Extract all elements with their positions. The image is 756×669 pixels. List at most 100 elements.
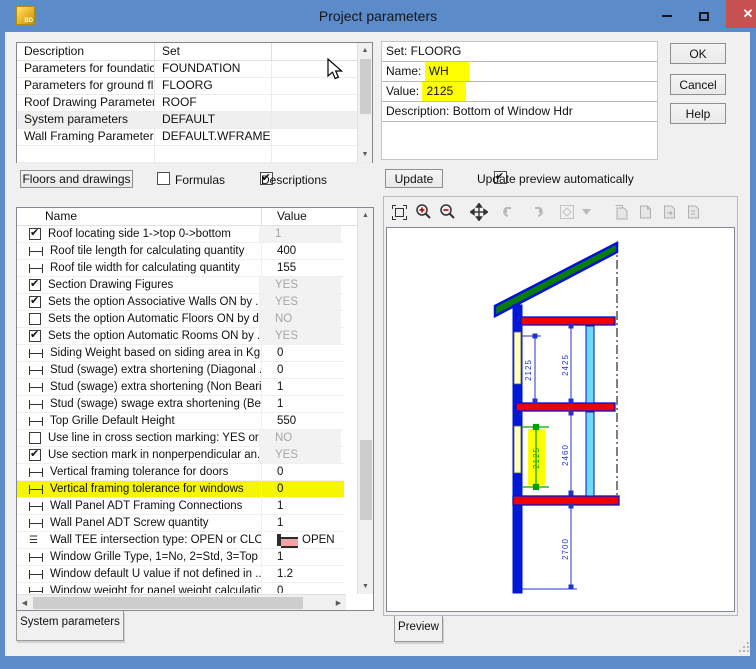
- checkbox-checked-icon[interactable]: [29, 330, 41, 342]
- parameter-value[interactable]: 1: [261, 379, 343, 395]
- formulas-checkbox[interactable]: [157, 172, 170, 185]
- parameter-name: Vertical framing tolerance for windows: [50, 483, 261, 495]
- center-view-dropdown[interactable]: [579, 200, 593, 224]
- parameter-value[interactable]: 0: [261, 583, 343, 593]
- param-set-row[interactable]: Parameters for foundationFOUNDATION: [17, 61, 372, 78]
- info-name[interactable]: Name: WH: [382, 62, 657, 82]
- parameter-value[interactable]: 155: [261, 260, 343, 276]
- checkbox-checked-icon[interactable]: [29, 228, 41, 240]
- parameter-row[interactable]: Window Grille Type, 1=No, 2=Std, 3=Top1: [17, 549, 344, 566]
- column-header-value[interactable]: Value: [262, 208, 344, 225]
- update-button[interactable]: Update: [385, 169, 443, 188]
- column-header-name[interactable]: Name: [17, 208, 262, 225]
- parameter-row[interactable]: Wall Panel ADT Screw quantity1: [17, 515, 344, 532]
- parameters-vscrollbar[interactable]: ▲ ▼: [357, 208, 373, 594]
- parameter-row[interactable]: Stud (swage) extra shortening (Non Beari…: [17, 379, 344, 396]
- clipboard-icon-1[interactable]: [609, 200, 633, 224]
- parameter-value[interactable]: OPEN: [261, 532, 343, 548]
- parameter-value[interactable]: NO: [259, 430, 341, 446]
- parameter-value[interactable]: 1: [261, 498, 343, 514]
- parameter-value[interactable]: 0: [261, 481, 343, 497]
- scroll-left-icon[interactable]: ◀: [17, 595, 32, 610]
- checkbox-unchecked-icon[interactable]: [29, 432, 41, 444]
- parameter-value[interactable]: 1.2: [261, 566, 343, 582]
- clipboard-icon-4[interactable]: [681, 200, 705, 224]
- checkbox-checked-icon[interactable]: [29, 279, 41, 291]
- parameter-row[interactable]: Roof tile length for calculating quantit…: [17, 243, 344, 260]
- parameter-row[interactable]: Window default U value if not defined in…: [17, 566, 344, 583]
- maximize-button[interactable]: [690, 5, 718, 27]
- help-button[interactable]: Help: [670, 103, 726, 124]
- parameter-value[interactable]: 1: [261, 515, 343, 531]
- center-view-icon[interactable]: [555, 200, 579, 224]
- param-set-row-empty: [17, 146, 372, 163]
- parameter-row[interactable]: Window weight for panel weight calculati…: [17, 583, 344, 593]
- tab-preview[interactable]: Preview: [394, 616, 443, 642]
- fit-view-icon[interactable]: [387, 200, 411, 224]
- parameter-value[interactable]: YES: [259, 447, 341, 463]
- scroll-up-icon[interactable]: ▲: [358, 208, 373, 223]
- parameter-value[interactable]: NO: [259, 311, 341, 327]
- parameter-row[interactable]: Roof tile width for calculating quantity…: [17, 260, 344, 277]
- param-set-row[interactable]: System parametersDEFAULT: [17, 112, 372, 129]
- column-header-description[interactable]: Description: [17, 43, 155, 60]
- clipboard-icon-3[interactable]: [657, 200, 681, 224]
- clipboard-icon-2[interactable]: [633, 200, 657, 224]
- parameter-row[interactable]: Vertical framing tolerance for doors0: [17, 464, 344, 481]
- parameter-row[interactable]: Sets the option Associative Walls ON by …: [17, 294, 344, 311]
- undo-icon[interactable]: [499, 200, 523, 224]
- parameter-row[interactable]: Use section mark in nonperpendicular an.…: [17, 447, 344, 464]
- parameter-row[interactable]: Siding Weight based on siding area in Kg…: [17, 345, 344, 362]
- parameter-value[interactable]: 550: [261, 413, 343, 429]
- parameter-value[interactable]: YES: [259, 294, 341, 310]
- tab-system-parameters[interactable]: System parameters: [16, 611, 124, 641]
- ok-button[interactable]: OK: [670, 43, 726, 64]
- parameter-value[interactable]: 1: [261, 549, 343, 565]
- scroll-down-icon[interactable]: ▼: [358, 579, 373, 594]
- parameter-value[interactable]: 0: [261, 362, 343, 378]
- scroll-up-icon[interactable]: ▲: [358, 43, 372, 58]
- parameter-value[interactable]: YES: [259, 277, 341, 293]
- parameter-row[interactable]: Sets the option Automatic Rooms ON by ..…: [17, 328, 344, 345]
- pan-icon[interactable]: [467, 200, 491, 224]
- parameter-row[interactable]: Stud (swage) extra shortening (Diagonal …: [17, 362, 344, 379]
- param-set-row[interactable]: Roof Drawing ParametersROOF: [17, 95, 372, 112]
- parameter-row[interactable]: Section Drawing FiguresYES: [17, 277, 344, 294]
- checkbox-checked-icon[interactable]: [29, 296, 41, 308]
- parameter-value[interactable]: YES: [259, 328, 341, 344]
- dimension-icon: [29, 468, 43, 477]
- redo-icon[interactable]: [523, 200, 547, 224]
- parameter-value[interactable]: 0: [261, 345, 343, 361]
- param-sets-scrollbar[interactable]: ▲ ▼: [357, 43, 372, 162]
- zoom-in-icon[interactable]: [411, 200, 435, 224]
- column-header-set[interactable]: Set: [155, 43, 272, 60]
- parameter-row[interactable]: Vertical framing tolerance for windows0: [17, 481, 344, 498]
- minimize-button[interactable]: [653, 5, 681, 27]
- cancel-button[interactable]: Cancel: [670, 74, 726, 95]
- checkbox-unchecked-icon[interactable]: [29, 313, 41, 325]
- parameter-row[interactable]: Sets the option Automatic Floors ON by d…: [17, 311, 344, 328]
- param-set-row[interactable]: Parameters for ground floorFLOORG: [17, 78, 372, 95]
- close-button[interactable]: ✕: [726, 0, 756, 28]
- parameter-value[interactable]: 0: [261, 464, 343, 480]
- parameter-row[interactable]: Roof locating side 1->top 0->bottom1: [17, 226, 344, 243]
- parameter-row[interactable]: Wall TEE intersection type: OPEN or CLO.…: [17, 532, 344, 549]
- param-set-row[interactable]: Wall Framing ParametersDEFAULT.WFRAME: [17, 129, 372, 146]
- dim-basement: 2700: [561, 538, 570, 560]
- zoom-out-icon[interactable]: [435, 200, 459, 224]
- preview-drawing-area[interactable]: 2125 2425 2460 2700: [386, 227, 735, 612]
- info-value[interactable]: Value: 2125: [382, 82, 657, 102]
- floors-and-drawings-button[interactable]: Floors and drawings: [20, 170, 133, 188]
- checkbox-checked-icon[interactable]: [29, 449, 41, 461]
- parameter-row[interactable]: Stud (swage) swage extra shortening (Be.…: [17, 396, 344, 413]
- parameters-hscrollbar[interactable]: ◀ ▶: [17, 594, 346, 610]
- parameter-row[interactable]: Use line in cross section marking: YES o…: [17, 430, 344, 447]
- parameter-row[interactable]: Wall Panel ADT Framing Connections1: [17, 498, 344, 515]
- scroll-right-icon[interactable]: ▶: [331, 595, 346, 610]
- parameter-value[interactable]: 1: [259, 226, 341, 242]
- resize-grip[interactable]: [738, 641, 750, 653]
- parameter-value[interactable]: 400: [261, 243, 343, 259]
- parameter-value[interactable]: 1: [261, 396, 343, 412]
- scroll-down-icon[interactable]: ▼: [358, 147, 372, 162]
- parameter-row[interactable]: Top Grille Default Height550: [17, 413, 344, 430]
